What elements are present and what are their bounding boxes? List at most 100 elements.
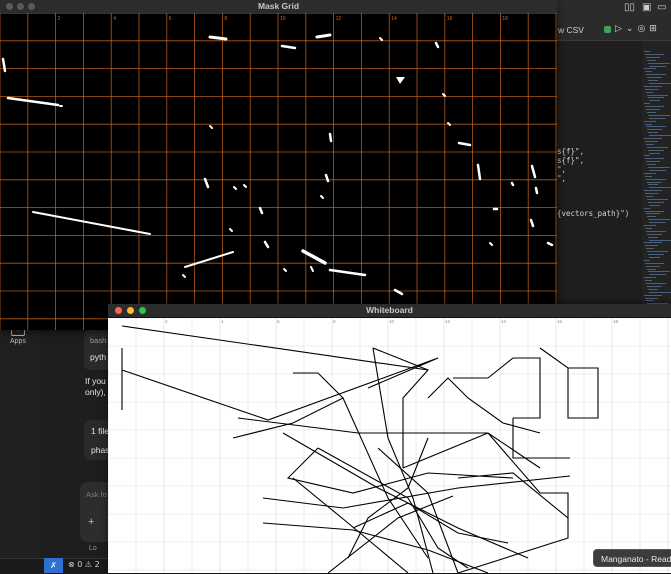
minimap-line (648, 149, 664, 151)
minimap-line (645, 210, 664, 212)
whiteboard-stroke (262, 475, 571, 509)
grid-icon[interactable]: ⊞ (649, 24, 657, 34)
minimap-line (644, 172, 656, 174)
minimap-line (645, 88, 658, 90)
mask-blob (283, 268, 287, 272)
minimap-line (648, 114, 670, 116)
mask-blob (434, 41, 440, 49)
split-editor-icon[interactable]: ▯▯ (624, 2, 635, 13)
mask-blob (310, 266, 314, 272)
layout-icon[interactable]: ▭ (657, 2, 666, 13)
minimap-line (645, 71, 652, 73)
remote-icon[interactable]: ✗ (44, 558, 63, 573)
minimap-line (649, 239, 671, 241)
axis-tick-label: 6 (277, 319, 280, 324)
whiteboard-titlebar[interactable]: Whiteboard (108, 304, 671, 318)
minimap-line (647, 59, 656, 61)
chat-message-text: If you (85, 376, 106, 386)
mask-grid-canvas[interactable]: 2 4 6 8 10 12 14 16 18 (0, 13, 557, 330)
mask-blob (328, 132, 333, 143)
code-editor[interactable]: s{f}", s{f}", ", ", {vectors_path}") (556, 41, 642, 316)
minimap-line (644, 68, 656, 70)
whiteboard-canvas[interactable]: 2 4 6 8 10 12 14 16 18 (108, 318, 671, 573)
axis-tick-label: 8 (333, 319, 336, 324)
whiteboard-stroke (121, 357, 439, 421)
mask-blob (396, 77, 405, 84)
mask-blob (263, 240, 270, 249)
minimap-line (648, 167, 670, 168)
mask-blob (229, 228, 233, 232)
minimap[interactable] (642, 41, 671, 316)
problems-indicator[interactable]: ⊗ 0 ⚠ 2 (68, 560, 100, 569)
minimap-line (649, 204, 660, 206)
mask-blob (476, 163, 482, 181)
code-line: {vectors_path}") (557, 209, 630, 218)
minimap-line (644, 138, 662, 139)
code-line: ", (557, 174, 567, 183)
chevron-down-icon[interactable]: ⌄ (626, 24, 634, 34)
minimap-line (646, 300, 654, 302)
minimap-line (645, 262, 664, 264)
minimap-line (644, 51, 650, 52)
minimap-line (644, 103, 650, 105)
minimap-line (647, 129, 662, 131)
axis-tick-label: 18 (502, 16, 508, 22)
minimap-line (646, 143, 654, 145)
plus-icon[interactable]: + (88, 516, 94, 528)
axis-tick-label: 10 (280, 16, 286, 22)
minimap-line (646, 196, 654, 197)
axis-tick-label: 16 (447, 16, 453, 22)
changed-file-name[interactable]: phas (91, 445, 109, 455)
minimap-line (649, 152, 660, 154)
whiteboard-window[interactable]: Whiteboard 2 4 6 8 10 12 14 16 18 (108, 304, 671, 573)
minimap-line (647, 216, 656, 218)
minimap-line (644, 190, 662, 192)
mask-grid-titlebar[interactable]: Mask Grid (0, 0, 557, 14)
chat-input[interactable]: Ask fo (86, 490, 107, 499)
window-title: Whiteboard (366, 305, 413, 315)
run-icon[interactable]: ▷ (615, 24, 622, 34)
panel-toggle-icon[interactable]: ▣ (642, 2, 651, 13)
minimap-line (645, 227, 652, 229)
minimap-line (648, 80, 658, 81)
mask-grid-window[interactable]: Mask Grid 2 4 6 8 10 12 14 16 18 (0, 0, 557, 330)
mask-blob (182, 274, 186, 278)
minimap-line (649, 187, 671, 189)
code-block-command: pyth (90, 352, 107, 362)
mask-blob (280, 44, 297, 50)
whiteboard-stroke (453, 357, 541, 419)
notification-toast[interactable]: Manganato - Read (593, 549, 671, 567)
mask-blob (489, 242, 493, 246)
minimap-line (646, 178, 666, 180)
minimap-line (647, 164, 656, 166)
code-line: ", (557, 165, 567, 174)
mask-blob (233, 186, 237, 190)
axis-tick-label: 8 (224, 16, 227, 22)
location-picker[interactable]: Lo (89, 545, 97, 552)
view-csv-tab[interactable]: w CSV (558, 25, 584, 35)
minimap-line (649, 65, 666, 67)
whiteboard-stroke (232, 372, 344, 439)
minimap-line (646, 56, 660, 58)
minimap-line (644, 294, 662, 296)
minimap-line (646, 109, 660, 110)
mask-blob (6, 96, 60, 107)
minimap-line (646, 74, 666, 76)
error-count: 0 (77, 560, 83, 569)
whiteboard-stroke (352, 502, 509, 544)
minimap-line (649, 117, 666, 119)
minimap-line (648, 184, 658, 186)
axis-tick-label: 14 (391, 16, 397, 22)
mask-blob (510, 181, 515, 187)
minimap-line (646, 126, 666, 128)
minimap-line (648, 62, 670, 64)
minimap-line (648, 201, 664, 203)
minimap-line (644, 120, 656, 122)
minimap-line (644, 85, 662, 87)
mask-blob (530, 164, 537, 179)
minimap-line (644, 259, 650, 261)
minimap-line (645, 123, 652, 125)
copilot-icon[interactable]: ◎ (637, 24, 645, 34)
extension-status-icon[interactable] (604, 25, 611, 33)
minimap-line (647, 77, 662, 79)
